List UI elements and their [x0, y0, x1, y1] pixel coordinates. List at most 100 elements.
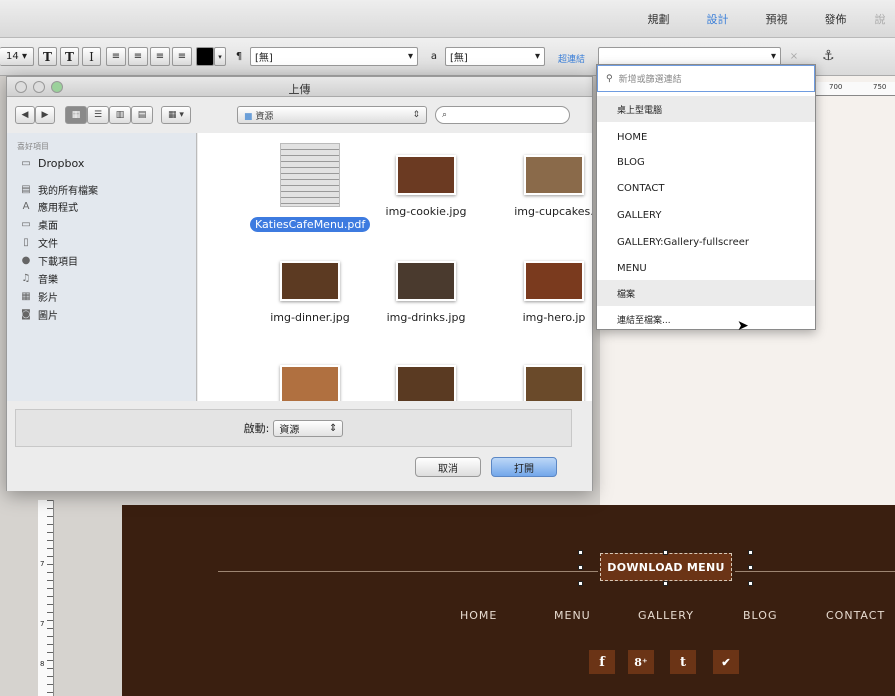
favorites-heading: 喜好項目 [17, 142, 49, 151]
desktop-icon: ▭ [21, 219, 31, 230]
hyperlink-label: 超連結 [558, 55, 586, 65]
text-style-button-2[interactable]: T [60, 47, 79, 66]
finder-sidebar: 喜好項目 ▭ Dropbox ▤ 我的所有檔案 A 應用程式 ▭ 桌面 ▯ 文件 ● 下載項… [7, 133, 197, 401]
footer-nav-gallery[interactable]: GALLERY [638, 609, 694, 622]
dd-item-home[interactable]: HOME [597, 124, 815, 150]
text-style-button-3[interactable]: I [82, 47, 101, 66]
file-item[interactable] [494, 365, 592, 401]
dd-item-gallery-fullscreen[interactable]: GALLERY:Gallery-fullscreer [597, 229, 815, 255]
back-button[interactable]: ◀ [15, 106, 35, 124]
dd-item-gallery[interactable]: GALLERY [597, 202, 815, 228]
align-left-button[interactable]: ≡ [106, 47, 126, 66]
selection-handle[interactable] [578, 565, 583, 570]
ruler-label: 8 [40, 660, 45, 668]
selection-handle[interactable] [578, 550, 583, 555]
sidebar-item-desktop[interactable]: ▭ 桌面 [19, 217, 58, 232]
image-thumbnail [524, 365, 584, 401]
selection-handle[interactable] [663, 550, 668, 555]
divider-line [218, 571, 598, 572]
folder-icon: ▭ [21, 158, 31, 169]
cancel-button[interactable]: 取消 [415, 457, 481, 477]
documents-icon: ▯ [23, 237, 29, 248]
divider-line [735, 571, 895, 572]
file-item[interactable]: img-hero.jp [494, 261, 592, 324]
upload-dialog: 上傳 ◀ ▶ ▦ ☰ ▥ ▤ ▦ ▾ ■ 資源 ⇕ ⌕ 喜好項目 ▭ Dropbox… [6, 76, 593, 491]
tumblr-icon[interactable]: t [670, 650, 696, 674]
downloads-icon: ● [21, 255, 31, 266]
footer-nav-contact[interactable]: CONTACT [826, 609, 885, 622]
enable-select[interactable]: 資源 ⇕ [273, 419, 344, 437]
sidebar-item-applications[interactable]: A 應用程式 [19, 199, 78, 214]
tab-design[interactable]: 設計 [688, 11, 747, 27]
file-item[interactable] [366, 365, 486, 401]
facebook-icon[interactable]: f [589, 650, 615, 674]
ruler-label: 7 [40, 560, 45, 568]
file-item[interactable] [250, 365, 370, 401]
anchor-icon[interactable]: ⚓ [822, 48, 835, 64]
sidebar-item-movies[interactable]: ▦ 影片 [19, 289, 58, 304]
ruler-label: 7 [40, 620, 45, 628]
selection-handle[interactable] [578, 581, 583, 586]
sidebar-item-music[interactable]: ♫ 音樂 [19, 271, 58, 286]
footer-nav-menu[interactable]: MENU [554, 609, 591, 622]
google-plus-icon[interactable]: 8⁺ [628, 650, 654, 674]
tab-plan[interactable]: 規劃 [629, 11, 688, 27]
text-color-swatch[interactable] [196, 47, 214, 66]
mouse-cursor-icon: ➤ [737, 318, 749, 334]
footer-nav-blog[interactable]: BLOG [743, 609, 777, 622]
selection-handle[interactable] [663, 581, 668, 586]
dd-item-menu[interactable]: MENU [597, 255, 815, 281]
image-thumbnail [524, 261, 584, 301]
footer-nav-home[interactable]: HOME [460, 609, 497, 622]
column-view-button[interactable]: ▥ [109, 106, 131, 124]
selection-handle[interactable] [748, 550, 753, 555]
sidebar-item-documents[interactable]: ▯ 文件 [19, 235, 58, 250]
file-item[interactable]: img-cookie.jpg [366, 155, 486, 218]
character-style-select[interactable]: [無] ▾ [445, 47, 545, 66]
file-item[interactable]: KatiesCafeMenu.pdf [250, 143, 370, 232]
sidebar-item-downloads[interactable]: ● 下載項目 [19, 253, 78, 268]
icon-view-button[interactable]: ▦ [65, 106, 87, 124]
align-right-button[interactable]: ≡ [150, 47, 170, 66]
sidebar-item-dropbox[interactable]: ▭ Dropbox [19, 157, 84, 170]
file-browser: KatiesCafeMenu.pdf img-cookie.jpg img-cu… [198, 133, 592, 401]
dd-item-link-to-file[interactable]: 連結至檔案... [597, 306, 815, 332]
selection-handle[interactable] [748, 581, 753, 586]
paragraph-style-select[interactable]: [無] ▾ [250, 47, 418, 66]
file-item[interactable]: img-dinner.jpg [250, 261, 370, 324]
apps-icon: A [22, 201, 30, 212]
ruler-label: 700 [829, 83, 843, 91]
left-ruler: 7 7 8 [38, 500, 54, 696]
enable-label: 啟動: [243, 422, 270, 435]
color-dropdown[interactable]: ▾ [214, 47, 226, 66]
dialog-titlebar: 上傳 [7, 77, 592, 97]
image-thumbnail [280, 261, 340, 301]
link-filter-input[interactable]: ⚲ 新增或篩選連結 [597, 65, 815, 92]
tab-help[interactable]: 說 [865, 11, 895, 27]
tab-preview[interactable]: 預視 [747, 11, 806, 27]
sidebar-item-pictures[interactable]: ◙ 圖片 [19, 307, 58, 322]
twitter-icon[interactable]: ✔ [713, 650, 739, 674]
location-select[interactable]: ■ 資源 ⇕ [237, 106, 427, 124]
dd-item-blog[interactable]: BLOG [597, 149, 815, 175]
search-input[interactable]: ⌕ [435, 106, 570, 124]
pictures-icon: ◙ [21, 309, 31, 320]
arrange-button[interactable]: ▦ ▾ [161, 106, 191, 124]
tab-publish[interactable]: 發佈 [806, 11, 865, 27]
align-center-button[interactable]: ≡ [128, 47, 148, 66]
image-thumbnail [396, 261, 456, 301]
coverflow-view-button[interactable]: ▤ [131, 106, 153, 124]
selection-handle[interactable] [748, 565, 753, 570]
file-item[interactable]: img-drinks.jpg [366, 261, 486, 324]
open-button[interactable]: 打開 [491, 457, 557, 477]
files-icon: ▤ [21, 184, 31, 195]
text-style-button-1[interactable]: T [38, 47, 57, 66]
font-size-select[interactable]: 14 ▾ [0, 47, 34, 66]
file-item[interactable]: img-cupcakes. [494, 155, 592, 218]
dd-item-contact[interactable]: CONTACT [597, 175, 815, 201]
download-menu-button[interactable]: DOWNLOAD MENU [600, 553, 732, 581]
forward-button[interactable]: ▶ [35, 106, 55, 124]
align-justify-button[interactable]: ≡ [172, 47, 192, 66]
list-view-button[interactable]: ☰ [87, 106, 109, 124]
sidebar-item-all-files[interactable]: ▤ 我的所有檔案 [19, 182, 98, 197]
